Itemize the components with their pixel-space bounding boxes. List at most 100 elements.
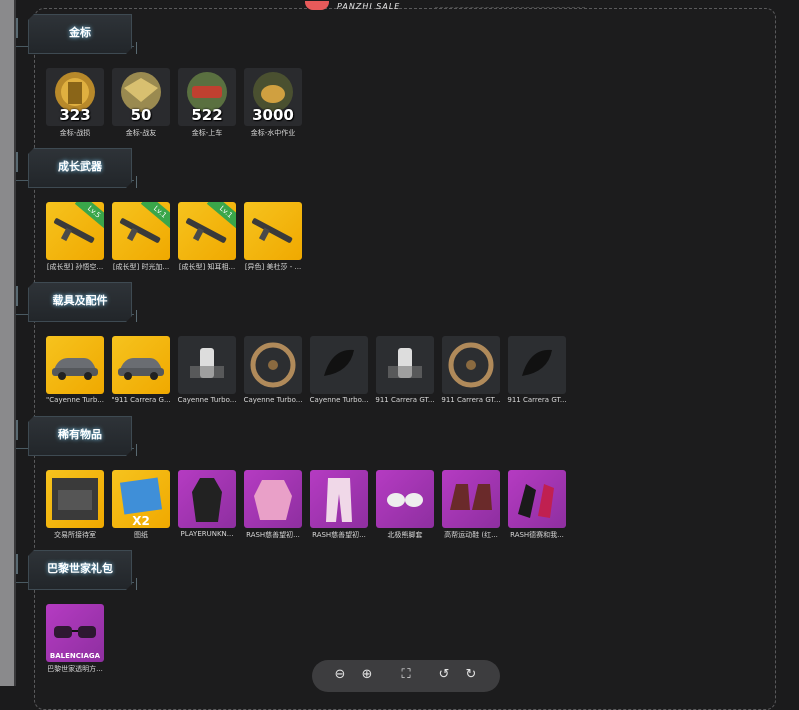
wheel-icon [244, 342, 302, 394]
item-thumbnail: X2 [112, 470, 170, 528]
section-header: 成长武器 [16, 148, 140, 190]
item-card[interactable]: "911 Carrera G... [111, 336, 171, 408]
item-caption: Cayenne Turbo... [309, 396, 369, 404]
item-thumbnail [244, 336, 302, 394]
item-card[interactable]: Lv.1 [成长型] 时光加... [112, 202, 170, 274]
item-caption: 金标-水中作业 [250, 129, 296, 137]
header-accent [16, 554, 18, 574]
item-thumbnail [46, 470, 104, 528]
item-card[interactable]: BALENCIAGA 巴黎世家透明方... [46, 604, 104, 676]
item-caption: 金标-战损 [59, 129, 91, 137]
item-caption: "Cayenne Turb... [46, 396, 104, 404]
item-thumbnail: Lv.5 [46, 202, 104, 260]
gloves-icon [508, 484, 566, 528]
mirror-icon [310, 349, 368, 394]
item-thumbnail: 323 [46, 68, 104, 126]
section-header: 载具及配件 [16, 282, 140, 324]
rotate-left-button[interactable]: ↺ [436, 667, 452, 683]
item-card[interactable]: Cayenne Turbo... [310, 336, 368, 408]
item-card[interactable]: 323 金标-战损 [46, 68, 104, 140]
item-card[interactable]: 522 金标-上车 [178, 68, 236, 140]
header-tick [132, 176, 137, 188]
item-thumbnail [508, 470, 566, 528]
rotate-right-button[interactable]: ↻ [463, 667, 479, 683]
item-card[interactable]: Cayenne Turbo... [244, 336, 302, 408]
item-caption: [成长型] 孙悟空... [46, 263, 104, 271]
header-tick [132, 42, 137, 54]
item-caption: 高帮运动鞋 (红... [444, 531, 498, 539]
section-title: 成长武器 [58, 160, 102, 173]
item-card[interactable]: 911 Carrera GT... [375, 336, 435, 408]
image-viewer-toolbar: ⊖ ⊕ ⛶ ↺ ↻ [312, 660, 500, 692]
item-caption: PLAYERUNKN... [180, 530, 234, 538]
item-card[interactable]: 911 Carrera GT... [507, 336, 567, 408]
item-card[interactable]: 50 金标-战友 [112, 68, 170, 140]
rifle-icon [178, 218, 236, 260]
header-accent [16, 420, 18, 440]
header-divider [435, 7, 585, 9]
brand-name: PANZHI SALE [337, 2, 401, 11]
section-header: 巴黎世家礼包 [16, 550, 140, 592]
item-thumbnail: 3000 [244, 68, 302, 126]
zoom-out-button[interactable]: ⊖ [332, 667, 348, 683]
fit-screen-button[interactable]: ⛶ [398, 667, 414, 683]
item-card[interactable]: RASH德赛和我... [508, 470, 566, 542]
item-caption: 图纸 [134, 531, 148, 539]
item-thumbnail [178, 470, 236, 528]
mirror-icon [508, 349, 566, 394]
item-caption: 911 Carrera GT... [375, 396, 435, 404]
wheel-icon [442, 342, 500, 394]
item-card[interactable]: "Cayenne Turb... [46, 336, 104, 408]
item-card[interactable]: 高帮运动鞋 (红... [442, 470, 500, 542]
item-card[interactable]: RASH慈善望初... [310, 470, 368, 542]
item-card[interactable]: 交易所接待室 [46, 470, 104, 542]
item-thumbnail [442, 336, 500, 394]
item-caption: Cayenne Turbo... [243, 396, 303, 404]
rifle-icon [244, 218, 302, 260]
item-caption: Cayenne Turbo... [177, 396, 237, 404]
item-thumbnail [310, 336, 368, 394]
item-card[interactable]: 北极熊脚套 [376, 470, 434, 542]
brand-label: BALENCIAGA [49, 652, 101, 660]
item-caption: 金标-战友 [125, 129, 157, 137]
item-thumbnail [442, 470, 500, 528]
item-caption: "911 Carrera G... [111, 396, 171, 404]
item-card[interactable]: X2 图纸 [112, 470, 170, 542]
item-caption: [成长型] 时光加... [112, 263, 170, 271]
item-card[interactable]: Lv.5 [成长型] 孙悟空... [46, 202, 104, 274]
rifle-icon [46, 218, 104, 260]
item-thumbnail: 522 [178, 68, 236, 126]
item-card[interactable]: 911 Carrera GT... [441, 336, 501, 408]
header-accent [16, 18, 18, 38]
paint-can-icon [178, 348, 236, 394]
viewer-left-scrollbar[interactable] [0, 0, 14, 686]
item-caption: RASH德赛和我... [510, 531, 564, 539]
fullscreen-icon: ⛶ [401, 667, 411, 682]
item-thumbnail [376, 470, 434, 528]
zoom-in-button[interactable]: ⊕ [359, 667, 375, 683]
item-card[interactable]: RASH慈善望初... [244, 470, 302, 542]
rifle-icon [112, 218, 170, 260]
item-card[interactable]: PLAYERUNKN... [178, 470, 236, 542]
item-caption: RASH慈善望初... [312, 531, 366, 539]
item-card[interactable]: Lv.1 [成长型] 知耳相... [178, 202, 236, 274]
section-title: 金标 [69, 26, 91, 39]
brand-logo: PANZHI SALE [297, 1, 417, 17]
item-caption: [异色] 美杜莎 - ... [244, 263, 302, 271]
item-thumbnail [376, 336, 434, 394]
item-caption: [成长型] 知耳相... [178, 263, 236, 271]
item-count: 3000 [252, 106, 294, 124]
item-caption: 金标-上车 [191, 129, 223, 137]
item-card[interactable]: 3000 金标-水中作业 [244, 68, 302, 140]
item-card[interactable]: Cayenne Turbo... [178, 336, 236, 408]
item-caption: 911 Carrera GT... [507, 396, 567, 404]
item-caption: RASH慈善望初... [246, 531, 300, 539]
item-thumbnail: 50 [112, 68, 170, 126]
section-title: 巴黎世家礼包 [47, 562, 113, 575]
item-card[interactable]: [异色] 美杜莎 - ... [244, 202, 302, 274]
item-count: 323 [59, 106, 91, 124]
item-thumbnail [178, 336, 236, 394]
item-count: 50 [130, 106, 152, 124]
paint-can-icon [376, 348, 434, 394]
item-caption: 911 Carrera GT... [441, 396, 501, 404]
